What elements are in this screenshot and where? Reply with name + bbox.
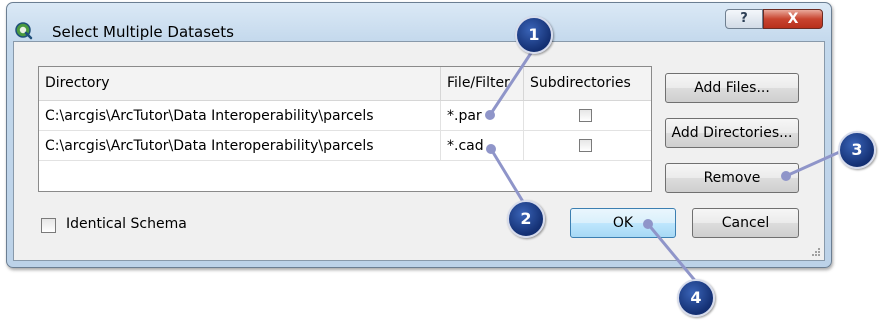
connector-dot-3	[781, 171, 791, 181]
connector-line-3	[785, 148, 845, 178]
connector-line-1	[488, 49, 535, 116]
callout-badge-2: 2	[507, 200, 545, 238]
connector-line-2	[489, 148, 527, 206]
callout-badge-4: 4	[677, 279, 715, 317]
connector-dot-4	[643, 219, 653, 229]
callout-badge-3: 3	[838, 131, 876, 169]
callout-connectors	[485, 49, 845, 284]
connector-dot-1	[485, 110, 495, 120]
callout-badge-1: 1	[515, 16, 553, 54]
connector-dot-2	[486, 144, 496, 154]
connector-line-4	[646, 223, 699, 284]
